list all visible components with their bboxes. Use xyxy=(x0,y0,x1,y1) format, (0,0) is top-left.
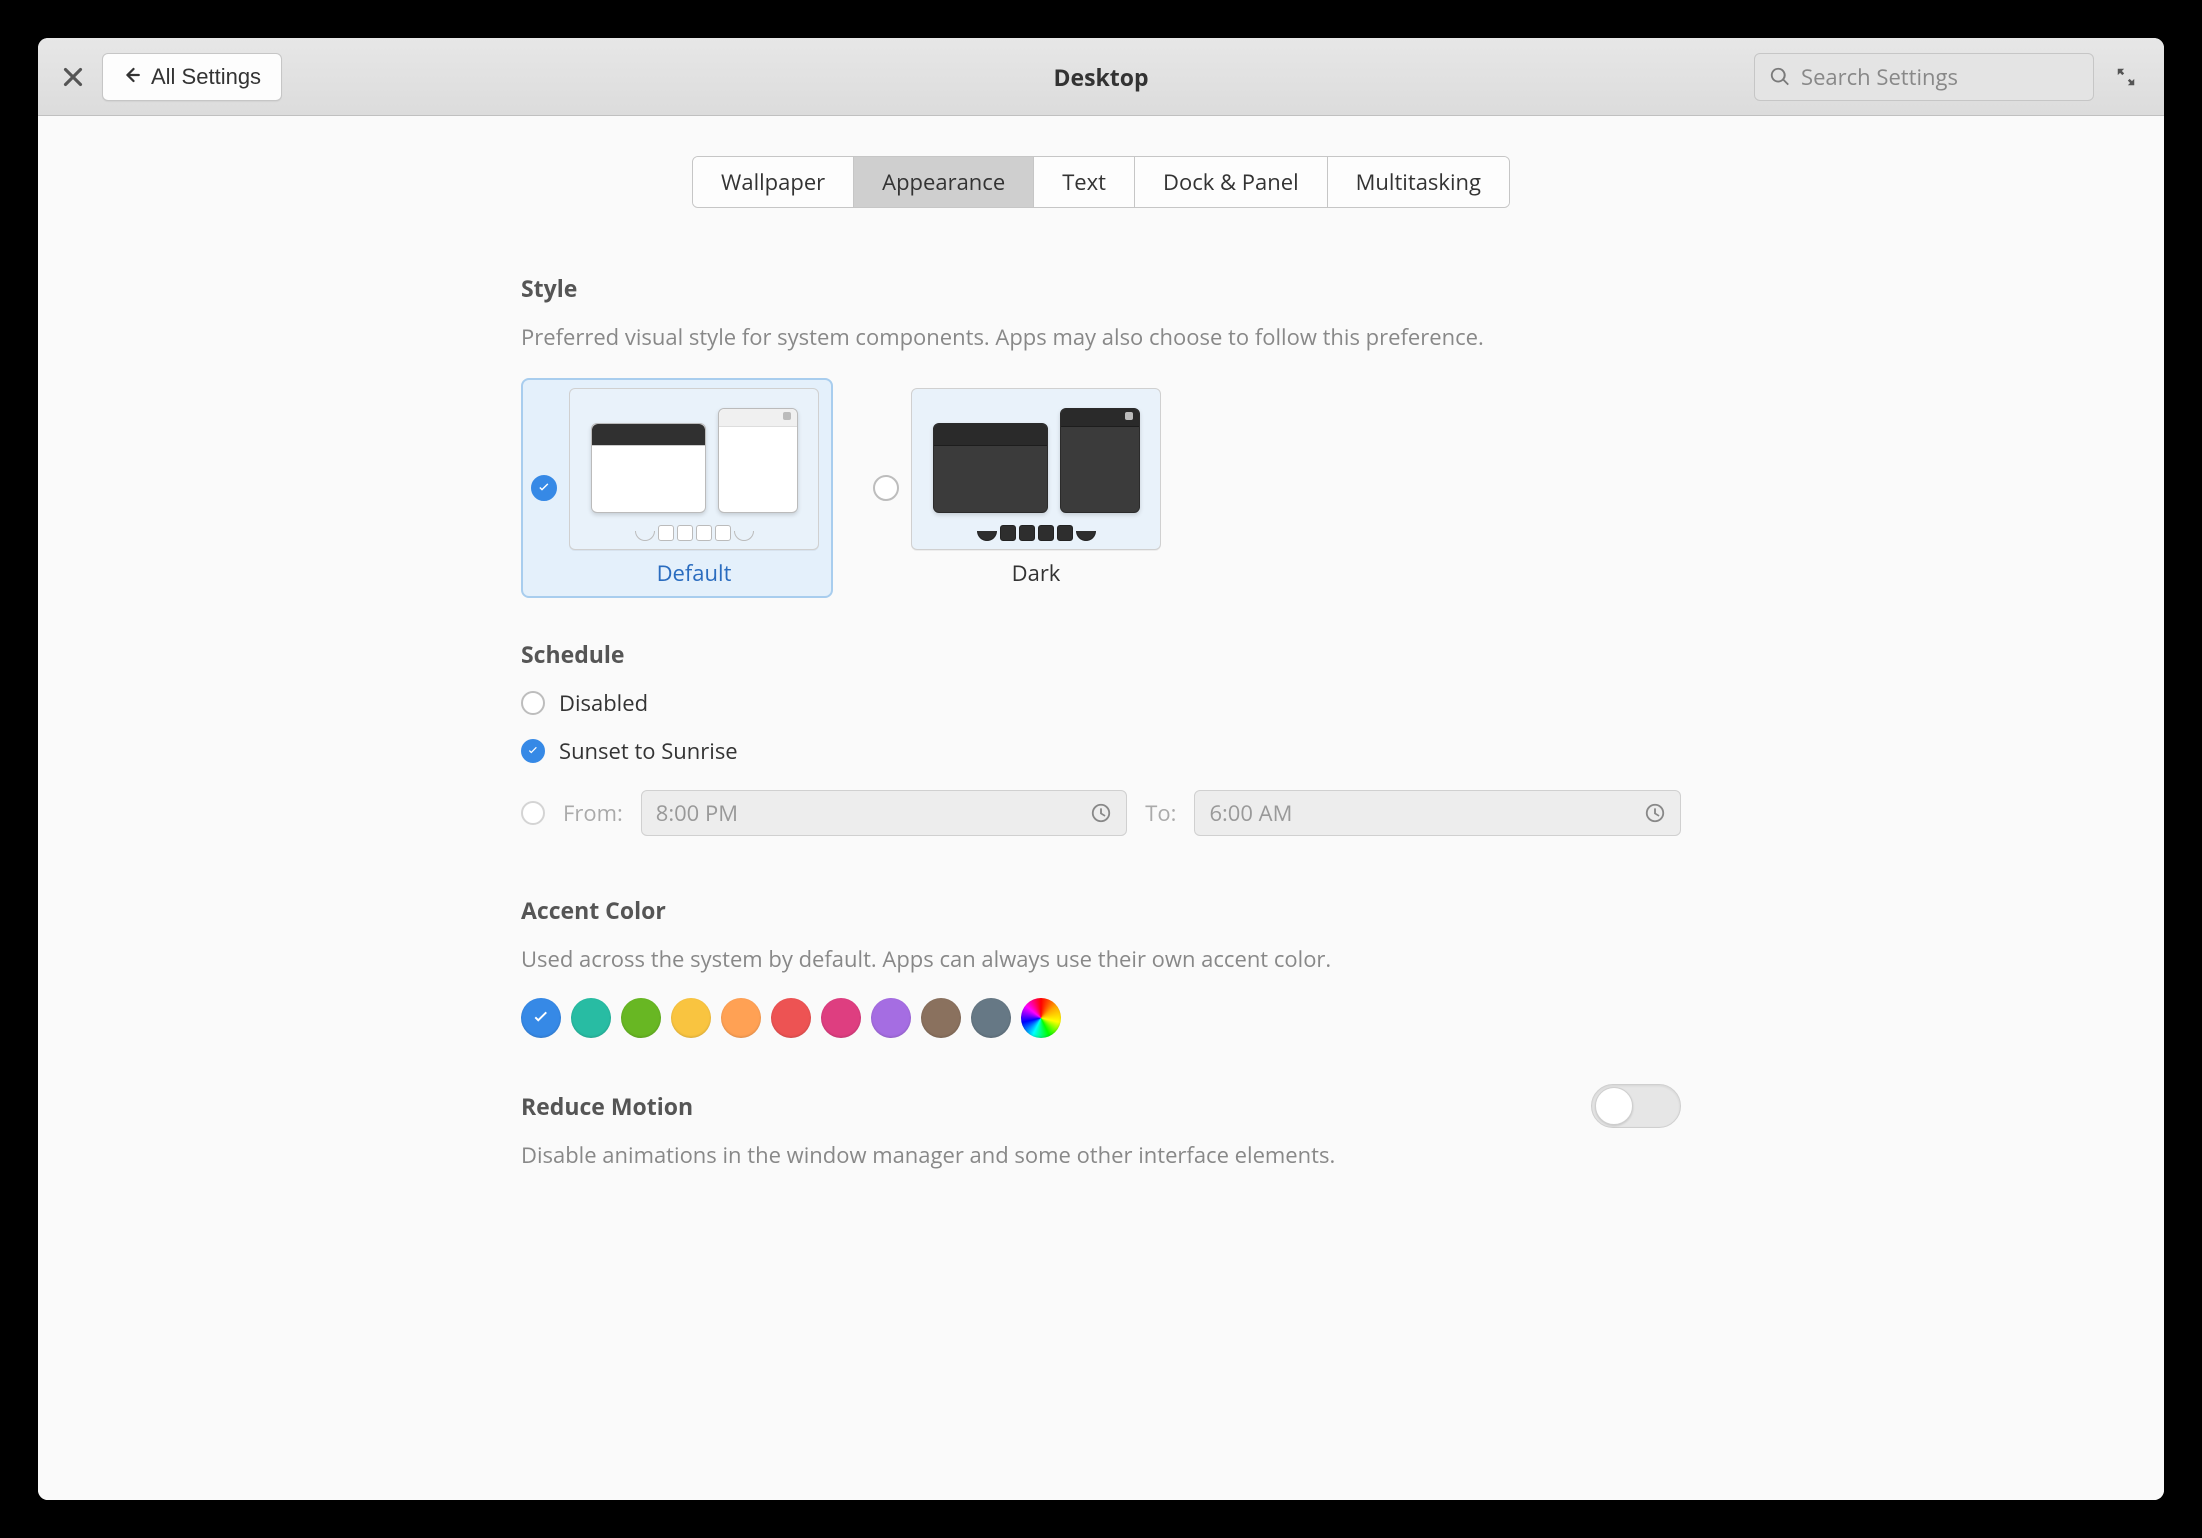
reduce-motion-row: Reduce Motion xyxy=(521,1084,1681,1128)
style-radio-default[interactable] xyxy=(531,475,557,501)
style-title: Style xyxy=(521,272,1681,304)
accent-color-1[interactable] xyxy=(571,998,611,1038)
style-preview-default xyxy=(569,388,819,550)
reduce-motion-title: Reduce Motion xyxy=(521,1090,693,1122)
schedule-sunset-label: Sunset to Sunrise xyxy=(559,736,738,766)
schedule-radio-disabled[interactable] xyxy=(521,691,545,715)
accent-color-2[interactable] xyxy=(621,998,661,1038)
reduce-motion-desc: Disable animations in the window manager… xyxy=(521,1140,1681,1170)
style-options: Default Dark xyxy=(521,378,1681,598)
settings-window: All Settings Desktop Search Settings Wal… xyxy=(38,38,2164,1500)
search-input[interactable]: Search Settings xyxy=(1754,53,2094,101)
schedule-title: Schedule xyxy=(521,638,1681,670)
accent-color-10[interactable] xyxy=(1021,998,1061,1038)
appearance-panel: Style Preferred visual style for system … xyxy=(521,272,1681,1170)
style-label-default: Default xyxy=(657,558,732,588)
check-icon xyxy=(530,1007,552,1029)
accent-color-6[interactable] xyxy=(821,998,861,1038)
schedule-radio-manual[interactable] xyxy=(521,801,545,825)
check-icon xyxy=(536,480,552,496)
schedule-from-label: From: xyxy=(563,798,623,828)
accent-color-7[interactable] xyxy=(871,998,911,1038)
style-option-dark[interactable]: Dark xyxy=(863,378,1175,598)
style-radio-dark[interactable] xyxy=(873,475,899,501)
schedule-option-sunset[interactable]: Sunset to Sunrise xyxy=(521,736,1681,766)
fullscreen-button[interactable] xyxy=(2108,59,2144,95)
schedule-to-value: 6:00 AM xyxy=(1209,798,1292,828)
accent-desc: Used across the system by default. Apps … xyxy=(521,944,1681,974)
search-icon xyxy=(1769,66,1791,88)
schedule-option-manual[interactable]: From: 8:00 PM To: 6:00 AM xyxy=(521,790,1681,836)
fullscreen-icon xyxy=(2115,66,2137,88)
accent-color-8[interactable] xyxy=(921,998,961,1038)
tab-multitasking[interactable]: Multitasking xyxy=(1328,157,1509,207)
accent-title: Accent Color xyxy=(521,894,1681,926)
switch-knob xyxy=(1595,1087,1633,1125)
accent-color-4[interactable] xyxy=(721,998,761,1038)
reduce-motion-switch[interactable] xyxy=(1591,1084,1681,1128)
clock-icon xyxy=(1090,802,1112,824)
schedule-to-input[interactable]: 6:00 AM xyxy=(1194,790,1681,836)
tab-appearance[interactable]: Appearance xyxy=(854,157,1034,207)
style-option-default[interactable]: Default xyxy=(521,378,833,598)
accent-color-0[interactable] xyxy=(521,998,561,1038)
schedule-from-value: 8:00 PM xyxy=(656,798,738,828)
style-label-dark: Dark xyxy=(1012,558,1061,588)
back-arrow-icon xyxy=(123,64,141,90)
tab-wallpaper[interactable]: Wallpaper xyxy=(693,157,854,207)
all-settings-button[interactable]: All Settings xyxy=(102,53,282,101)
style-preview-dark xyxy=(911,388,1161,550)
close-icon xyxy=(58,62,88,92)
accent-color-3[interactable] xyxy=(671,998,711,1038)
schedule-option-disabled[interactable]: Disabled xyxy=(521,688,1681,718)
accent-color-row xyxy=(521,998,1681,1038)
check-icon xyxy=(526,744,540,758)
content-area: Wallpaper Appearance Text Dock & Panel M… xyxy=(38,116,2164,1500)
search-placeholder: Search Settings xyxy=(1801,62,1958,92)
schedule-radio-sunset[interactable] xyxy=(521,739,545,763)
style-desc: Preferred visual style for system compon… xyxy=(521,322,1681,352)
schedule-disabled-label: Disabled xyxy=(559,688,648,718)
headerbar: All Settings Desktop Search Settings xyxy=(38,38,2164,116)
schedule-from-input[interactable]: 8:00 PM xyxy=(641,790,1128,836)
accent-color-9[interactable] xyxy=(971,998,1011,1038)
accent-color-5[interactable] xyxy=(771,998,811,1038)
schedule-to-label: To: xyxy=(1145,798,1176,828)
clock-icon xyxy=(1644,802,1666,824)
close-button[interactable] xyxy=(58,62,88,92)
tab-dock-panel[interactable]: Dock & Panel xyxy=(1135,157,1328,207)
back-label: All Settings xyxy=(151,64,261,90)
tab-text[interactable]: Text xyxy=(1034,157,1135,207)
tab-bar: Wallpaper Appearance Text Dock & Panel M… xyxy=(692,156,1510,208)
